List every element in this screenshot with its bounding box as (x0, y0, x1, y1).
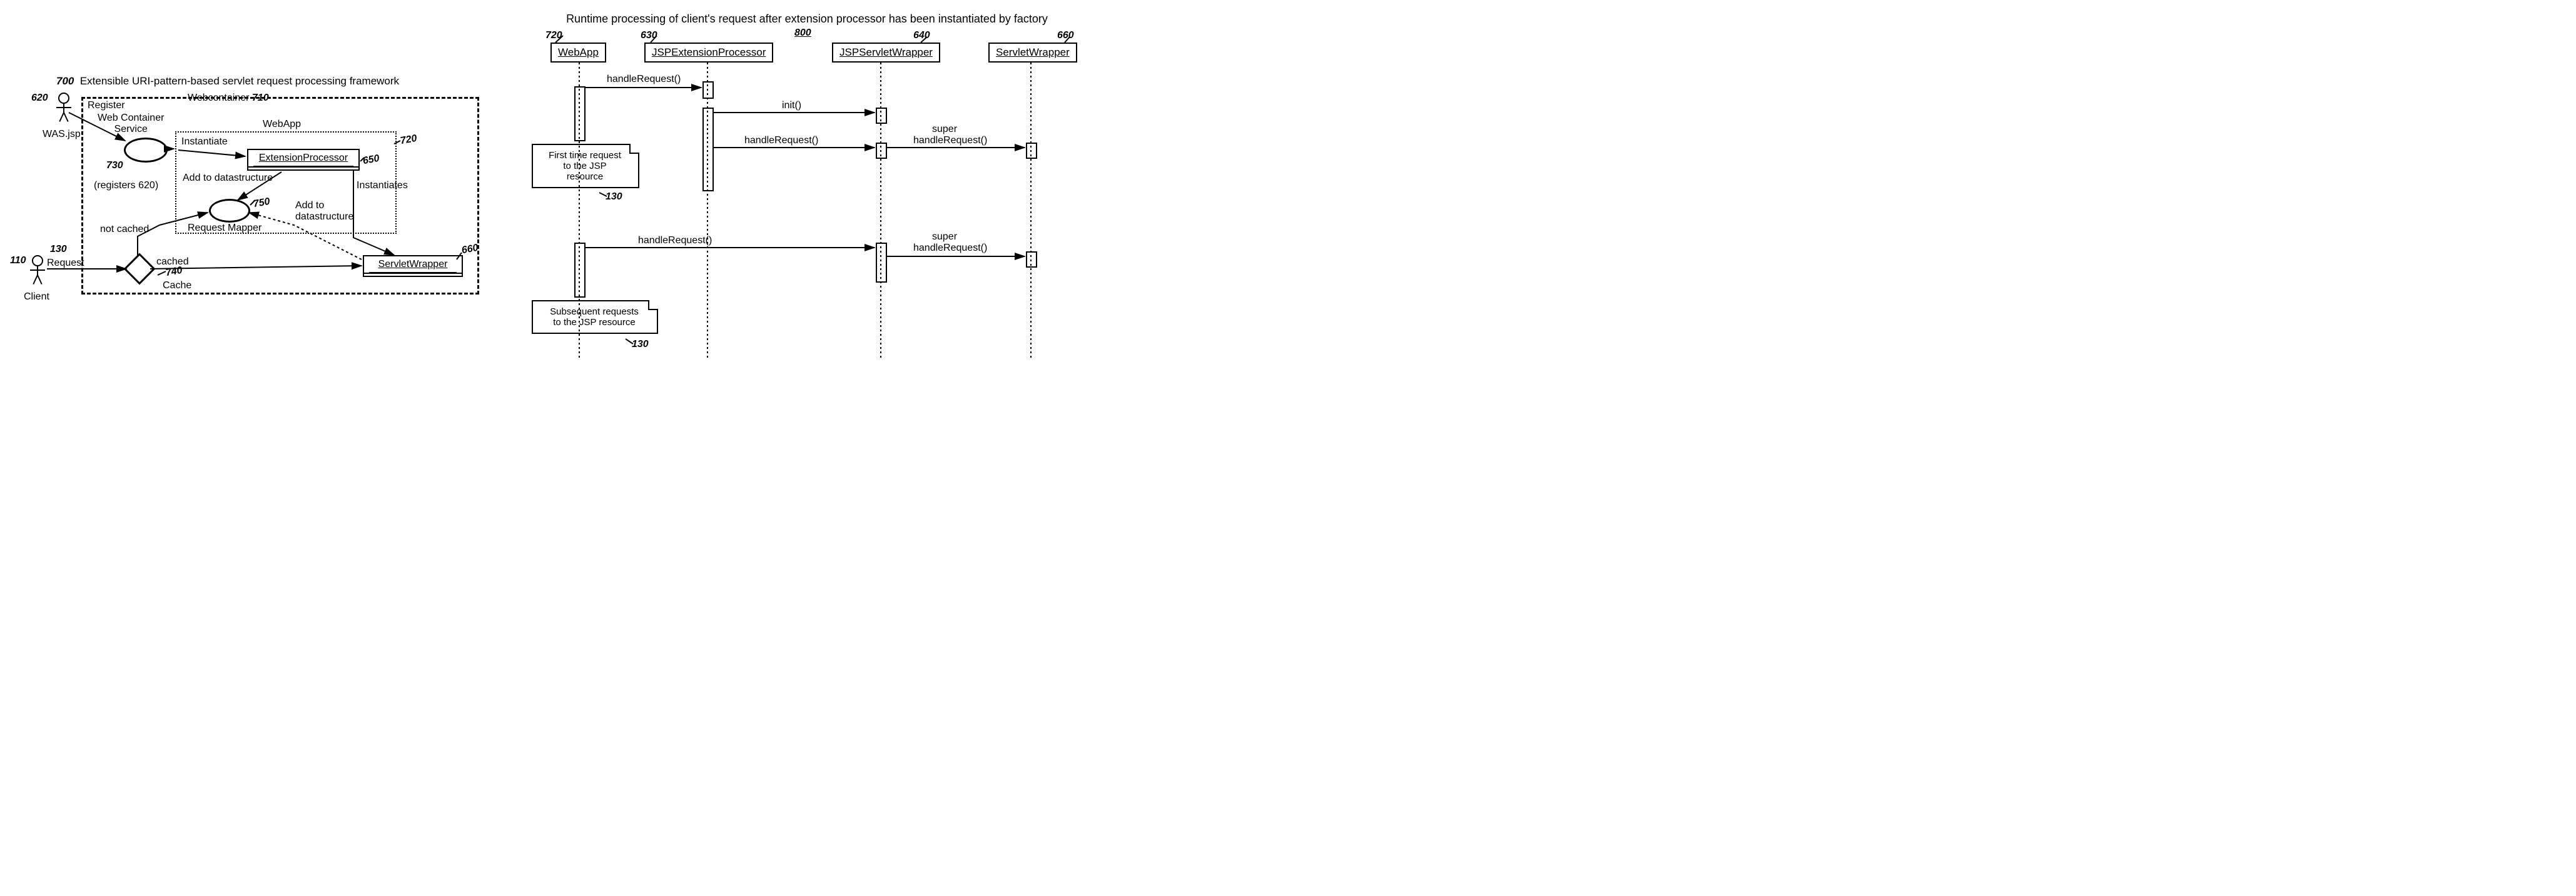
arrows-left (13, 13, 488, 325)
framework-diagram: 700 Extensible URI-pattern-based servlet… (13, 13, 488, 325)
sequence-diagram: Runtime processing of client's request a… (525, 13, 1088, 363)
arrows-right (525, 13, 1088, 363)
